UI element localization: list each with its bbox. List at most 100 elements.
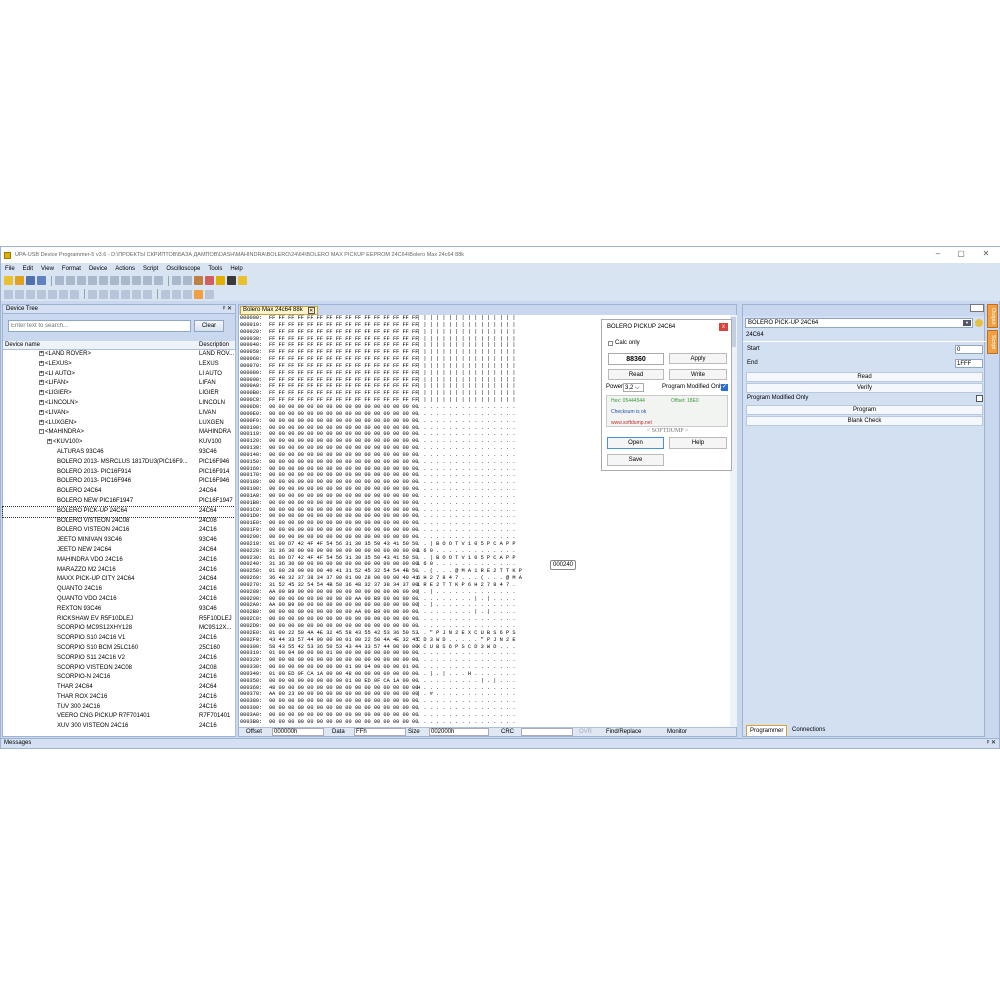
dialog-write-button[interactable]: Write <box>669 369 727 380</box>
tool-n-icon[interactable] <box>161 289 170 299</box>
tree-row[interactable]: QUANTO VDO 24C16 24C16 <box>3 595 235 605</box>
menu-script[interactable]: Script <box>143 266 158 272</box>
power-select[interactable]: 3,2 ⌵ <box>623 383 644 392</box>
network-icon[interactable] <box>227 276 236 285</box>
menu-help[interactable]: Help <box>230 266 242 272</box>
hex-row[interactable]: 0003A0: 00 00 00 00 00 00 00 00 00 00 00 … <box>239 712 736 719</box>
hex-row[interactable]: 000330: 00 00 00 00 00 00 00 00 01 00 04 … <box>239 664 736 671</box>
tool-e-icon[interactable] <box>48 289 57 299</box>
minimize-button[interactable]: – <box>931 249 945 258</box>
tool-a-icon[interactable] <box>4 289 13 299</box>
device-select[interactable]: BOLERO PICK-UP 24C64 ▼ <box>745 318 973 328</box>
tree-row[interactable]: ALTURAS 93C46 93C46 <box>3 448 235 458</box>
hex-row[interactable]: 000240: 31 36 30 00 00 00 00 00 00 00 00 … <box>239 561 736 568</box>
tool-l-icon[interactable] <box>132 289 141 299</box>
expand-icon[interactable]: + <box>39 399 44 405</box>
tree-row[interactable]: SCORPIO VISTEON 24C08 24C08 <box>3 664 235 674</box>
tree-row[interactable]: + <LUXGEN> LUXGEN <box>3 419 235 429</box>
hex-row[interactable]: 000220: 31 36 30 00 00 00 00 00 00 00 00 … <box>239 548 736 555</box>
device-info-icon[interactable] <box>975 319 983 327</box>
monitor-tab[interactable]: Monitor <box>667 728 687 737</box>
tab-connections[interactable]: Connections <box>789 725 828 736</box>
hex-row[interactable]: 000200: 00 00 00 00 00 00 00 00 00 00 00 … <box>239 534 736 541</box>
menu-view[interactable]: View <box>41 266 54 272</box>
clear-button[interactable]: Clear <box>194 320 224 332</box>
panel-options-icon[interactable] <box>970 304 984 312</box>
tree-row[interactable]: MARAZZO M2 24C16 24C16 <box>3 566 235 576</box>
tool-k-icon[interactable] <box>121 289 130 299</box>
arrow-icon[interactable] <box>172 276 181 285</box>
menu-edit[interactable]: Edit <box>23 266 33 272</box>
tool-c-icon[interactable] <box>26 289 35 299</box>
prog-modified-only-checkbox[interactable] <box>976 395 983 402</box>
hex-row[interactable]: 000290: 00 00 00 00 00 00 00 00 00 AA 00 … <box>239 596 736 603</box>
dialog-save-button[interactable]: Save <box>607 454 664 466</box>
hex-row[interactable]: 000250: 01 00 28 00 00 00 40 41 31 52 45 … <box>239 568 736 575</box>
hex-row[interactable]: 000300: 58 43 55 42 53 36 50 53 43 44 33 … <box>239 644 736 651</box>
hex-row[interactable]: 000210: 01 00 D7 42 4F 4F 54 56 31 30 35 … <box>239 541 736 548</box>
tree-row[interactable]: + <LEXUS> LEXUS <box>3 360 235 370</box>
tree-row[interactable]: RICKSHAW EV R5F10DLEJ R5F10DLEJ <box>3 615 235 625</box>
tree-row[interactable]: JEETO MINIVAN 93C46 93C46 <box>3 536 235 546</box>
tree-row[interactable]: REXTON 93C46 93C46 <box>3 605 235 615</box>
number-field[interactable]: 88360 <box>608 353 664 365</box>
tree-row[interactable]: SCORPIO-N 24C16 24C16 <box>3 673 235 683</box>
col-description[interactable]: Description <box>199 341 229 350</box>
tree-row[interactable]: THAR ROX 24C16 24C16 <box>3 693 235 703</box>
copy-icon[interactable] <box>88 276 97 285</box>
tool-d-icon[interactable] <box>37 289 46 299</box>
expand-icon[interactable]: - <box>39 429 44 435</box>
tree-row[interactable]: THAR 24C64 24C64 <box>3 683 235 693</box>
compare-icon[interactable] <box>154 276 163 285</box>
grid-icon[interactable] <box>183 276 192 285</box>
tree-row[interactable]: + <LINCOLN> LINCOLN <box>3 399 235 409</box>
tree-row[interactable]: VEERO CNG PICKUP R7F701401 R7F701401 <box>3 712 235 722</box>
save-all-icon[interactable] <box>37 276 46 285</box>
close-button[interactable]: ✕ <box>979 249 993 258</box>
tree-row[interactable]: + <LIFAN> LIFAN <box>3 379 235 389</box>
hex-row[interactable]: 0002F0: 43 44 33 57 44 00 00 00 01 00 22 … <box>239 637 736 644</box>
tree-row[interactable]: BOLERO VISTEON 24C08 24C08 <box>3 517 235 527</box>
tree-row[interactable]: - <MAHINDRA> MAHINDRA <box>3 428 235 438</box>
hex-row[interactable]: 0001A0: 00 00 00 00 00 00 00 00 00 00 00 … <box>239 493 736 500</box>
tree-row[interactable]: BOLERO 2013- MSRCLUS 1817DU3(PIC16F9... P… <box>3 458 235 468</box>
hex-row[interactable]: 0002D0: 00 00 00 00 00 00 00 00 00 00 00 … <box>239 623 736 630</box>
hex-row[interactable]: 0003B0: 00 00 00 00 00 00 00 00 00 00 00 … <box>239 719 736 726</box>
hex-row[interactable]: 000320: 00 00 00 00 00 00 00 00 00 00 00 … <box>239 657 736 664</box>
hex-row[interactable]: 0002C0: 00 00 00 00 00 00 00 00 00 00 00 … <box>239 616 736 623</box>
hex-row[interactable]: 000180: 00 00 00 00 00 00 00 00 00 00 00 … <box>239 479 736 486</box>
redo-icon[interactable] <box>66 276 75 285</box>
hex-row[interactable]: 000390: 00 00 00 00 00 00 00 00 00 00 00 … <box>239 705 736 712</box>
find-replace-tab[interactable]: Find/Replace <box>606 728 641 737</box>
tab-file[interactable]: Bolero Max 24c64 88k ✕ <box>240 306 318 315</box>
panel-pin-icon[interactable]: ᵖ ✕ <box>223 305 232 314</box>
tool-f-icon[interactable] <box>59 289 68 299</box>
tree-row[interactable]: SCORPIO S11 24C16 V2 24C16 <box>3 654 235 664</box>
tool-i-icon[interactable] <box>99 289 108 299</box>
chip-icon[interactable] <box>194 276 203 285</box>
menu-device[interactable]: Device <box>89 266 107 272</box>
side-tab-script[interactable]: Script <box>987 330 998 354</box>
paste-icon[interactable] <box>99 276 108 285</box>
hex-row[interactable]: 0001D0: 00 00 00 00 00 00 00 00 00 00 00 … <box>239 513 736 520</box>
cut-icon[interactable] <box>77 276 86 285</box>
menu-oscilloscope[interactable]: Oscilloscope <box>166 266 200 272</box>
hex-row[interactable]: 000350: 00 00 00 00 00 00 00 00 01 00 ED … <box>239 678 736 685</box>
hex-row[interactable]: 000230: 01 00 D7 42 4F 4F 54 56 31 30 35 … <box>239 555 736 562</box>
save-icon[interactable] <box>26 276 35 285</box>
end-input[interactable]: 1FFF <box>955 359 983 368</box>
hex-row[interactable]: 0002E0: 01 00 22 50 4A 4E 32 45 58 43 55 … <box>239 630 736 637</box>
tree-row[interactable]: BOLERO NEW PIC16F1947 PIC16F1947 <box>3 497 235 507</box>
tree-row[interactable]: SCORPIO S10 24C16 V1 24C16 <box>3 634 235 644</box>
tree-row[interactable]: MAXX PICK-UP CITY 24C64 24C64 <box>3 575 235 585</box>
messages-pin-icon[interactable]: ᵖ ✕ <box>987 739 996 748</box>
tree-row[interactable]: + <KUV100> KUV100 <box>3 438 235 448</box>
search-input[interactable] <box>8 320 191 332</box>
hex-row[interactable]: 000360: 48 00 00 00 00 00 00 00 00 00 00 … <box>239 685 736 692</box>
hex-row[interactable]: 000260: 36 48 32 37 38 34 37 00 01 00 28 … <box>239 575 736 582</box>
menu-tools[interactable]: Tools <box>208 266 222 272</box>
select-icon[interactable] <box>132 276 141 285</box>
calc-only-checkbox[interactable] <box>608 340 613 346</box>
hex-row[interactable]: 0001F0: 00 00 00 00 00 00 00 00 00 00 00 … <box>239 527 736 534</box>
hex-row[interactable]: 0001C0: 00 00 00 00 00 00 00 00 00 00 00 … <box>239 507 736 514</box>
